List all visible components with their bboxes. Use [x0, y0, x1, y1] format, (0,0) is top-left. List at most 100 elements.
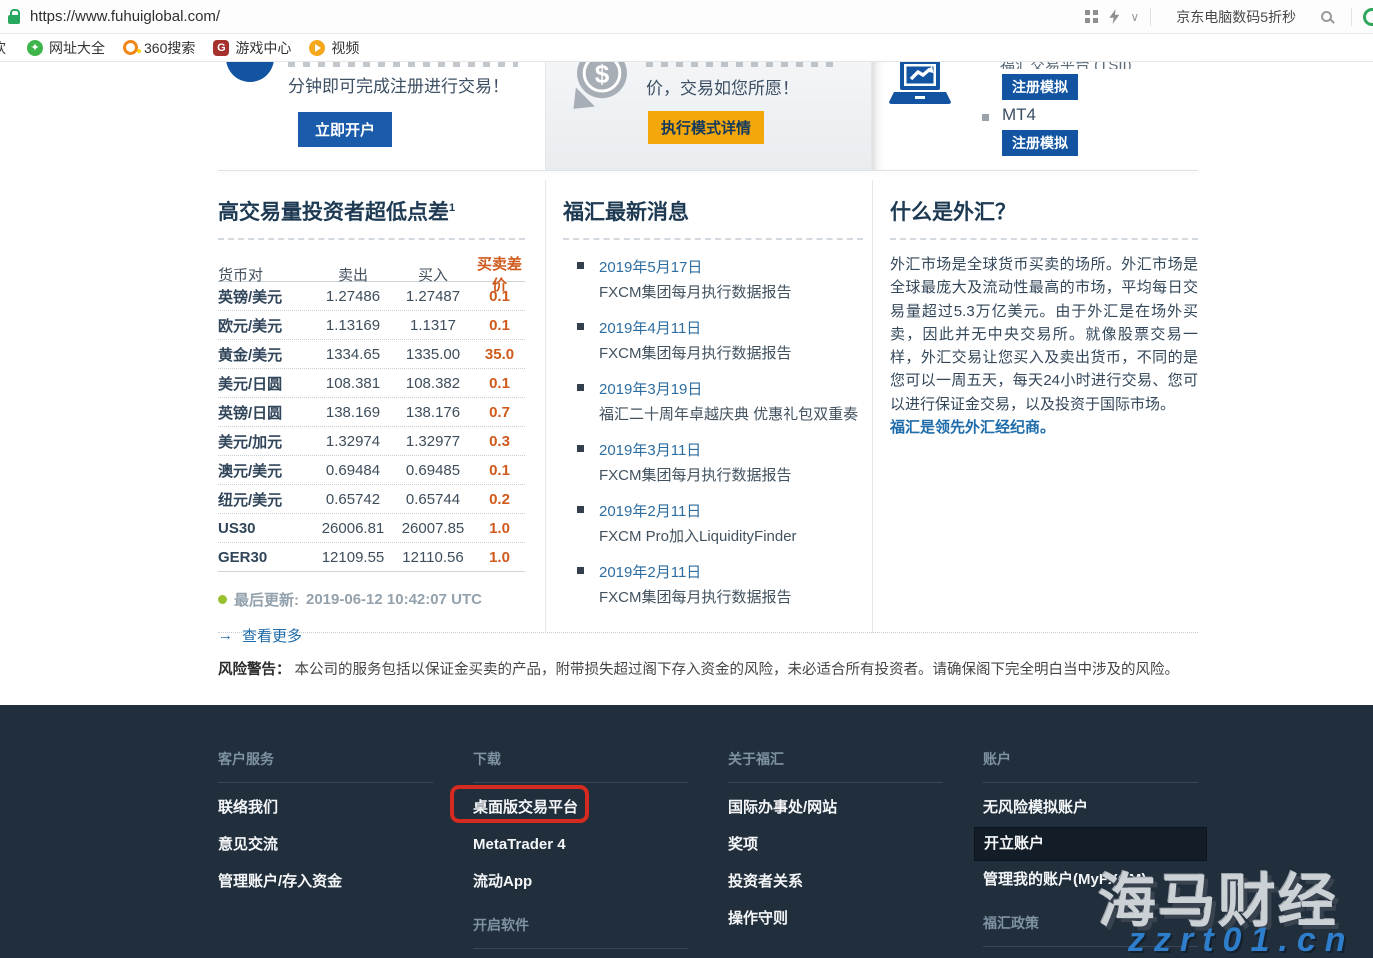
- news-text: 福汇二十周年卓越庆典 优惠礼包双重奏: [599, 403, 863, 424]
- last-update: 最后更新: 2019-06-12 10:42:07 UTC: [218, 589, 525, 610]
- bookmark-clipped[interactable]: 欢: [0, 38, 9, 58]
- hero-card2-text: 价，交易如您所愿！: [646, 74, 799, 99]
- divider: [1150, 8, 1151, 26]
- news-date-link[interactable]: 2019年2月11日: [599, 561, 863, 582]
- clipped-text-strip: [646, 62, 836, 67]
- footer-link-desktop-platform[interactable]: 桌面版交易平台: [473, 799, 688, 817]
- news-item: 2019年5月17日 FXCM集团每月执行数据报告: [563, 256, 863, 302]
- bookmark-label: 视频: [331, 38, 359, 58]
- footer-link-manage-deposit[interactable]: 管理账户/存入资金: [218, 873, 433, 891]
- footer-heading: 关于福汇: [728, 749, 943, 783]
- news-date-link[interactable]: 2019年3月19日: [599, 378, 863, 399]
- svg-text:$: $: [595, 62, 610, 89]
- bullet-square: [577, 567, 584, 574]
- bookmark-label: 网址大全: [49, 38, 105, 58]
- news-date-link[interactable]: 2019年3月11日: [599, 439, 863, 460]
- forex-broker-link[interactable]: 福汇是领先外汇经纪商。: [890, 416, 1198, 437]
- footer-subheading-launch-software: 开启软件: [473, 915, 688, 949]
- news-date-link[interactable]: 2019年4月11日: [599, 317, 863, 338]
- profile-icon[interactable]: [1363, 8, 1373, 26]
- dollar-tag-icon: $: [564, 62, 640, 116]
- search-icon[interactable]: [1321, 11, 1332, 22]
- table-row: 欧元/美元1.131691.13170.1: [218, 311, 525, 340]
- table-row: GER3012109.5512110.561.0: [218, 543, 525, 572]
- footer-link-awards[interactable]: 奖项: [728, 836, 943, 854]
- chevron-down-icon[interactable]: ∨: [1130, 10, 1139, 24]
- bullet-square: [577, 384, 584, 391]
- table-row: 黄金/美元1334.651335.0035.0: [218, 340, 525, 369]
- bookmark-video[interactable]: 视频: [309, 38, 359, 58]
- news-text: FXCM Pro加入LiquidityFinder: [599, 525, 863, 546]
- news-text: FXCM集团每月执行数据报告: [599, 342, 863, 363]
- forex-body: 外汇市场是全球货币买卖的场所。外汇市场是全球最庞大及流动性最高的市场，平均每日交…: [890, 253, 1198, 416]
- hero-cards: 分钟即可完成注册进行交易！ 立即开户 $ 价，交易如您所愿！ 执行模式详情: [218, 62, 1198, 170]
- clipped-text-strip: [288, 62, 518, 67]
- footer-link-investor-relations[interactable]: 投资者关系: [728, 873, 943, 891]
- bullet-square: [577, 323, 584, 330]
- register-demo-button[interactable]: 注册模拟: [1002, 74, 1078, 100]
- news-text: FXCM集团每月执行数据报告: [599, 281, 863, 302]
- spreads-title: 高交易量投资者超低点差1: [218, 196, 525, 226]
- bookmark-nav[interactable]: ✦ 网址大全: [27, 38, 105, 58]
- hero-card1-text: 分钟即可完成注册进行交易！: [288, 72, 509, 97]
- spreads-table: 货币对 卖出 买入 买卖差价 英镑/美元1.274861.274870.1 欧元…: [218, 253, 525, 572]
- column-divider: [872, 180, 873, 633]
- risk-label: 风险警告：: [218, 662, 291, 678]
- register-demo-button-mt4[interactable]: 注册模拟: [1002, 130, 1078, 156]
- bullet-square: [577, 262, 584, 269]
- forex-title: 什么是外汇？: [890, 196, 1198, 226]
- apps-grid-icon[interactable]: [1085, 10, 1098, 23]
- footer-link-contact[interactable]: 联络我们: [218, 799, 433, 817]
- nav-site-icon: ✦: [27, 40, 43, 56]
- url-text[interactable]: https://www.fuhuiglobal.com/: [30, 8, 220, 25]
- news-item: 2019年2月11日 FXCM Pro加入LiquidityFinder: [563, 500, 863, 546]
- status-dot: [218, 595, 227, 604]
- footer-link-demo-account[interactable]: 无风险模拟账户: [983, 799, 1198, 817]
- news-item: 2019年2月11日 FXCM集团每月执行数据报告: [563, 561, 863, 607]
- content-columns: 高交易量投资者超低点差1 货币对 卖出 买入 买卖差价 英镑/美元1.27486…: [218, 180, 1198, 633]
- column-divider: [545, 180, 546, 633]
- footer-link-offices[interactable]: 国际办事处/网站: [728, 799, 943, 817]
- footer-col-download: 下载 桌面版交易平台 MetaTrader 4 流动App 开启软件 网络版交易…: [473, 705, 688, 958]
- bookmark-360search[interactable]: 360搜索: [123, 38, 195, 58]
- footer-link-code-of-conduct[interactable]: 操作守则: [728, 910, 943, 928]
- footer-heading: 客户服务: [218, 749, 433, 783]
- open-account-button[interactable]: 立即开户: [298, 112, 392, 147]
- footer-link-mobile-app[interactable]: 流动App: [473, 873, 688, 891]
- table-row: 纽元/美元0.657420.657440.2: [218, 485, 525, 514]
- news-date-link[interactable]: 2019年2月11日: [599, 500, 863, 521]
- news-section: 福汇最新消息 2019年5月17日 FXCM集团每月执行数据报告 2019年4月…: [563, 180, 863, 622]
- header-sell: 卖出: [314, 264, 392, 285]
- execution-details-button[interactable]: 执行模式详情: [648, 111, 764, 144]
- video-icon: [309, 40, 325, 56]
- footer-heading: 账户: [983, 749, 1198, 783]
- speed-icon[interactable]: [1109, 9, 1119, 24]
- footer-link-metatrader4[interactable]: MetaTrader 4: [473, 836, 688, 854]
- view-more-link[interactable]: → 查看更多: [218, 625, 525, 646]
- header-pair: 货币对: [218, 264, 314, 285]
- what-is-forex-section: 什么是外汇？ 外汇市场是全球货币买卖的场所。外汇市场是全球最庞大及流动性最高的市…: [890, 180, 1198, 437]
- laptop-chart-icon: [888, 62, 952, 108]
- mt4-label[interactable]: MT4: [1002, 105, 1036, 125]
- arrow-right-icon: →: [218, 627, 233, 644]
- toolbar-search-input[interactable]: 京东电脑数码5折秒: [1162, 7, 1310, 27]
- dashed-divider: [563, 238, 863, 240]
- hero-bottom-border: [218, 170, 1198, 171]
- bookmark-label: 360搜索: [144, 38, 195, 58]
- hero-card-execution: $ 价，交易如您所愿！ 执行模式详情: [545, 62, 872, 170]
- lock-icon: [8, 15, 20, 24]
- spreads-section: 高交易量投资者超低点差1 货币对 卖出 买入 买卖差价 英镑/美元1.27486…: [218, 180, 525, 646]
- toolbar-right: ∨ 京东电脑数码5折秒: [1085, 7, 1373, 27]
- bullet-square: [982, 114, 989, 121]
- hero-card-open-account: 分钟即可完成注册进行交易！ 立即开户: [218, 62, 545, 170]
- footer-heading: 下载: [473, 749, 688, 783]
- address-bar: https://www.fuhuiglobal.com/ ∨ 京东电脑数码5折秒: [0, 0, 1373, 34]
- footer-link-feedback[interactable]: 意见交流: [218, 836, 433, 854]
- view-more-label: 查看更多: [242, 625, 302, 646]
- page: https://www.fuhuiglobal.com/ ∨ 京东电脑数码5折秒…: [0, 0, 1373, 958]
- risk-text: 本公司的服务包括以保证金买卖的产品，附带损失超过阁下存入资金的风险，未必适合所有…: [291, 662, 1180, 678]
- news-list: 2019年5月17日 FXCM集团每月执行数据报告 2019年4月11日 FXC…: [563, 256, 863, 607]
- news-date-link[interactable]: 2019年5月17日: [599, 256, 863, 277]
- divider: [1351, 8, 1352, 26]
- bookmark-game-center[interactable]: G 游戏中心: [213, 38, 291, 58]
